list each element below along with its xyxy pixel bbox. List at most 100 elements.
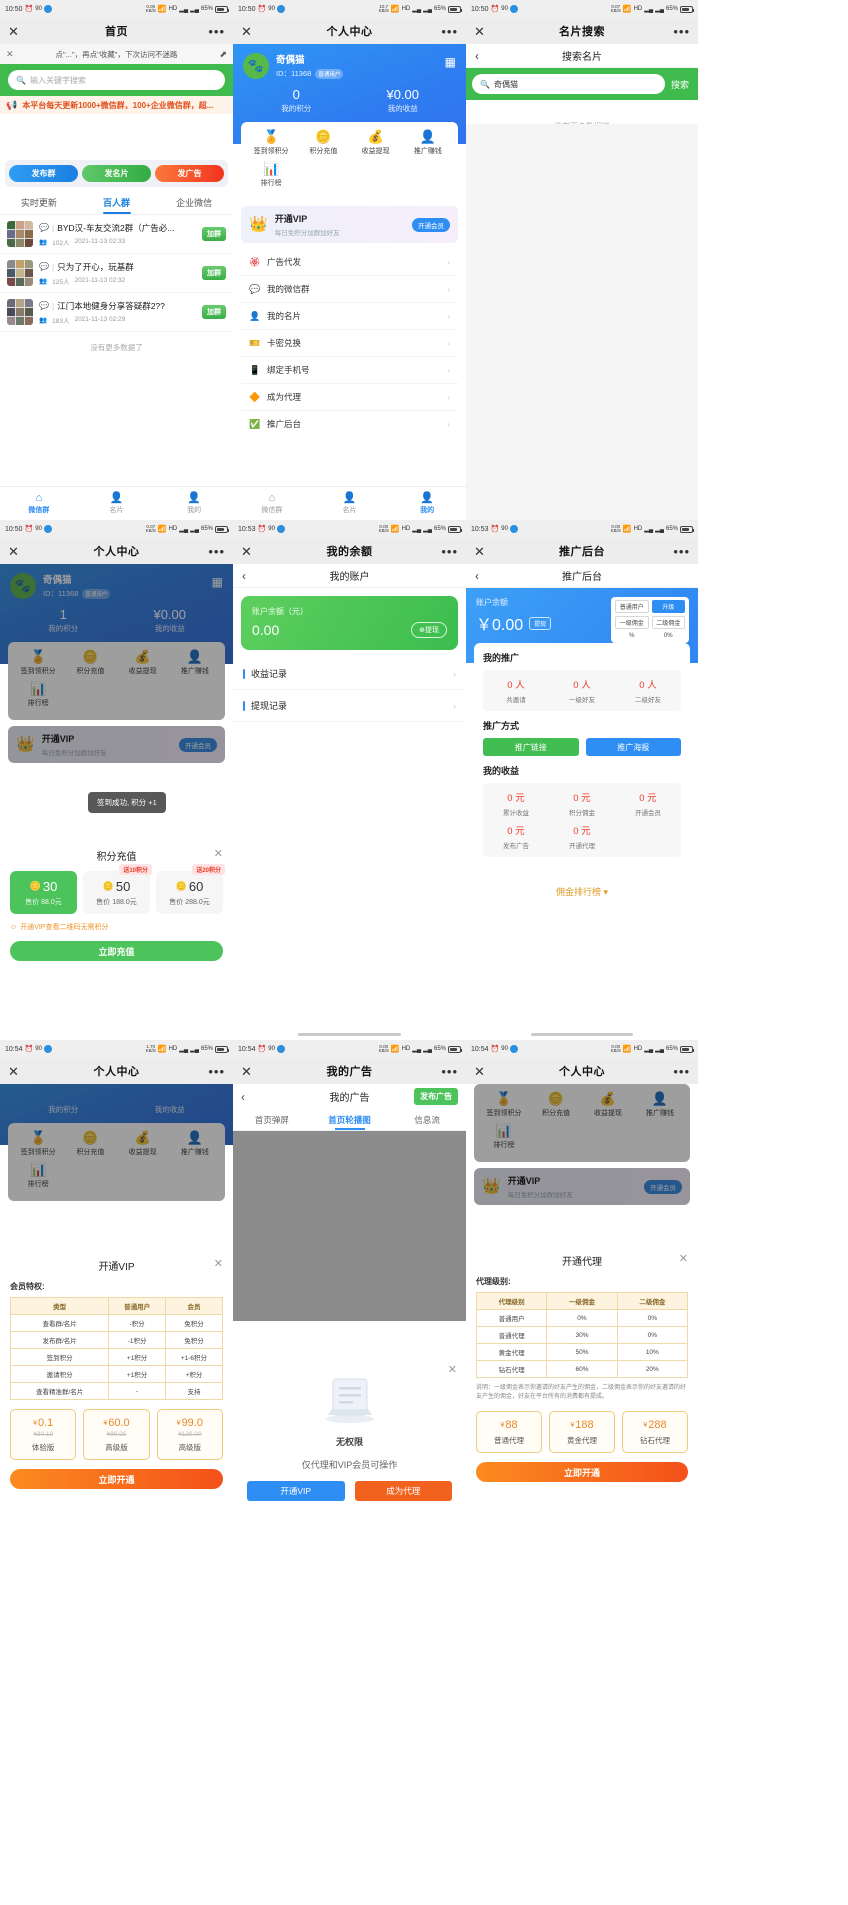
- become-agent-button[interactable]: 成为代理: [354, 1481, 452, 1501]
- scroll-indicator[interactable]: [298, 1033, 401, 1036]
- menu-withdraw[interactable]: 💰 收益提现: [350, 130, 402, 156]
- join-group-button[interactable]: 加群: [202, 227, 226, 241]
- vip-banner[interactable]: 👑 开通VIP 每日免积分加群加好友 开通会员: [8, 726, 225, 763]
- open-vip-button[interactable]: 开通会员: [179, 737, 217, 752]
- vip-price-card[interactable]: ¥99.0 ¥129.00 高级版: [156, 1409, 223, 1460]
- agent-price-card[interactable]: ¥88 普通代理: [476, 1411, 542, 1453]
- avatar[interactable]: 🐾: [10, 572, 36, 599]
- open-vip-button[interactable]: 开通VIP: [247, 1481, 345, 1501]
- scroll-indicator[interactable]: [531, 1033, 633, 1036]
- menu-promote[interactable]: 👤 推广赚钱: [634, 1092, 686, 1118]
- withdraw-button[interactable]: 提现: [529, 616, 552, 630]
- vip-banner[interactable]: 👑 开通VIP 每日免积分加群加好友 开通会员: [474, 1168, 690, 1205]
- agent-price-card[interactable]: ¥188 黄金代理: [549, 1411, 615, 1453]
- close-icon[interactable]: ✕: [474, 545, 485, 558]
- menu-item-my-groups[interactable]: 💬 我的微信群 ›: [241, 276, 458, 303]
- menu-sign-in[interactable]: 🏅 签到领积分: [12, 650, 64, 676]
- qr-code-icon[interactable]: ▦: [445, 56, 456, 68]
- tab-mine[interactable]: 👤 我的: [388, 487, 466, 520]
- menu-item-bind-phone[interactable]: 📱 绑定手机号 ›: [241, 357, 458, 384]
- promo-poster-button[interactable]: 推广海报: [585, 738, 681, 756]
- menu-ranking[interactable]: 📊 排行榜: [478, 1124, 530, 1150]
- agent-price-card[interactable]: ¥288 钻石代理: [622, 1411, 688, 1453]
- list-item[interactable]: 💬 | 只为了开心，玩基群 👥 125人 2021-11-13 02:32 加群: [0, 254, 233, 293]
- close-icon[interactable]: ✕: [241, 25, 252, 38]
- menu-recharge[interactable]: 🪙 积分充值: [297, 130, 349, 156]
- menu-promote[interactable]: 👤 推广赚钱: [169, 1131, 221, 1157]
- back-icon[interactable]: ‹: [466, 569, 479, 583]
- more-icon[interactable]: •••: [441, 25, 458, 38]
- menu-recharge[interactable]: 🪙 积分充值: [64, 650, 116, 676]
- tab-business-card[interactable]: 👤 名片: [311, 487, 389, 520]
- publish-ad-button[interactable]: 发广告: [155, 165, 224, 182]
- menu-ranking[interactable]: 📊 排行榜: [12, 682, 64, 708]
- close-tip-icon[interactable]: ✕: [6, 49, 14, 60]
- tab-wechat-group[interactable]: ⌂ 微信群: [0, 487, 78, 520]
- upgrade-button[interactable]: 升级: [651, 600, 685, 613]
- menu-sign-in[interactable]: 🏅 签到领积分: [12, 1131, 64, 1157]
- publish-group-button[interactable]: 发布群: [9, 165, 78, 182]
- tab-realtime[interactable]: 实时更新: [0, 191, 78, 215]
- close-icon[interactable]: ✕: [448, 1363, 457, 1376]
- menu-withdraw[interactable]: 💰 收益提现: [582, 1092, 634, 1118]
- back-icon[interactable]: ‹: [233, 569, 246, 583]
- menu-recharge[interactable]: 🪙 积分充值: [530, 1092, 582, 1118]
- menu-withdraw[interactable]: 💰 收益提现: [117, 1131, 169, 1157]
- menu-promote[interactable]: 👤 推广赚钱: [169, 650, 221, 676]
- search-input[interactable]: 🔍 奇偶猫: [472, 74, 665, 94]
- open-vip-button[interactable]: 开通会员: [644, 1179, 682, 1194]
- close-icon[interactable]: ✕: [8, 25, 19, 38]
- tab-home-carousel[interactable]: 首页轮播图: [311, 1109, 389, 1131]
- menu-item-become-agent[interactable]: 🔶 成为代理 ›: [241, 384, 458, 411]
- more-icon[interactable]: •••: [208, 545, 225, 558]
- tab-feed[interactable]: 信息流: [388, 1109, 466, 1131]
- tab-business-card[interactable]: 👤 名片: [78, 487, 156, 520]
- close-icon[interactable]: ✕: [474, 1065, 485, 1078]
- vip-banner[interactable]: 👑 开通VIP 每日免积分加群加好友 开通会员: [241, 206, 458, 243]
- close-icon[interactable]: ✕: [474, 25, 485, 38]
- more-icon[interactable]: •••: [673, 1065, 690, 1078]
- list-item[interactable]: 💬 | 江门本地健身分享答疑群2?? 👥 183人 2021-11-13 02:29 加…: [0, 293, 233, 332]
- menu-item-promo-backend[interactable]: ✅ 推广后台 ›: [241, 411, 458, 437]
- close-icon[interactable]: ✕: [241, 1065, 252, 1078]
- close-icon[interactable]: ✕: [8, 1065, 19, 1078]
- list-item-withdraw-records[interactable]: 提现记录 ›: [233, 690, 466, 722]
- commission-ranking-button[interactable]: 佣金排行榜 ▾: [474, 873, 690, 910]
- more-icon[interactable]: •••: [673, 545, 690, 558]
- menu-promote[interactable]: 👤 推广赚钱: [402, 130, 454, 156]
- search-button[interactable]: 搜索: [671, 78, 692, 91]
- tab-home-popup[interactable]: 首页弹屏: [233, 1109, 311, 1131]
- avatar[interactable]: 🐾: [243, 52, 269, 79]
- vip-price-card[interactable]: ¥0.1 ¥30.10 体验版: [10, 1409, 77, 1460]
- close-icon[interactable]: ✕: [679, 1252, 688, 1265]
- menu-ranking[interactable]: 📊 排行榜: [245, 162, 297, 188]
- join-group-button[interactable]: 加群: [202, 266, 226, 280]
- more-icon[interactable]: •••: [208, 1065, 225, 1078]
- vip-price-card[interactable]: ¥60.0 ¥90.00 高级版: [83, 1409, 150, 1460]
- publish-ad-button[interactable]: 发布广告: [414, 1088, 458, 1105]
- more-icon[interactable]: •••: [441, 1065, 458, 1078]
- close-icon[interactable]: ✕: [8, 545, 19, 558]
- agent-submit-button[interactable]: 立即开通: [476, 1462, 688, 1482]
- close-icon[interactable]: ✕: [214, 847, 223, 860]
- tab-wechat-group[interactable]: ⌂ 微信群: [233, 487, 311, 520]
- promo-link-button[interactable]: 推广链接: [483, 738, 579, 756]
- menu-sign-in[interactable]: 🏅 签到领积分: [478, 1092, 530, 1118]
- open-vip-button[interactable]: 开通会员: [412, 217, 450, 232]
- menu-item-card-exchange[interactable]: 🎫 卡密兑换 ›: [241, 330, 458, 357]
- more-icon[interactable]: •••: [441, 545, 458, 558]
- list-item-income-records[interactable]: 收益记录 ›: [233, 658, 466, 690]
- menu-withdraw[interactable]: 💰 收益提现: [117, 650, 169, 676]
- more-icon[interactable]: •••: [673, 25, 690, 38]
- close-icon[interactable]: ✕: [214, 1257, 223, 1270]
- publish-card-button[interactable]: 发名片: [82, 165, 151, 182]
- menu-ranking[interactable]: 📊 排行榜: [12, 1163, 64, 1189]
- more-icon[interactable]: •••: [208, 25, 225, 38]
- join-group-button[interactable]: 加群: [202, 305, 226, 319]
- withdraw-button[interactable]: ⊕提现: [411, 622, 447, 638]
- recharge-submit-button[interactable]: 立即充值: [10, 941, 223, 961]
- menu-recharge[interactable]: 🪙 积分充值: [64, 1131, 116, 1157]
- vip-submit-button[interactable]: 立即开通: [10, 1469, 223, 1489]
- recharge-option[interactable]: 送10积分 🪙 50 售价 188.0元: [83, 864, 152, 914]
- list-item[interactable]: 💬 | BYD汉-车友交流2群（广告必... 👥 102人 2021-11-13 02:…: [0, 215, 233, 254]
